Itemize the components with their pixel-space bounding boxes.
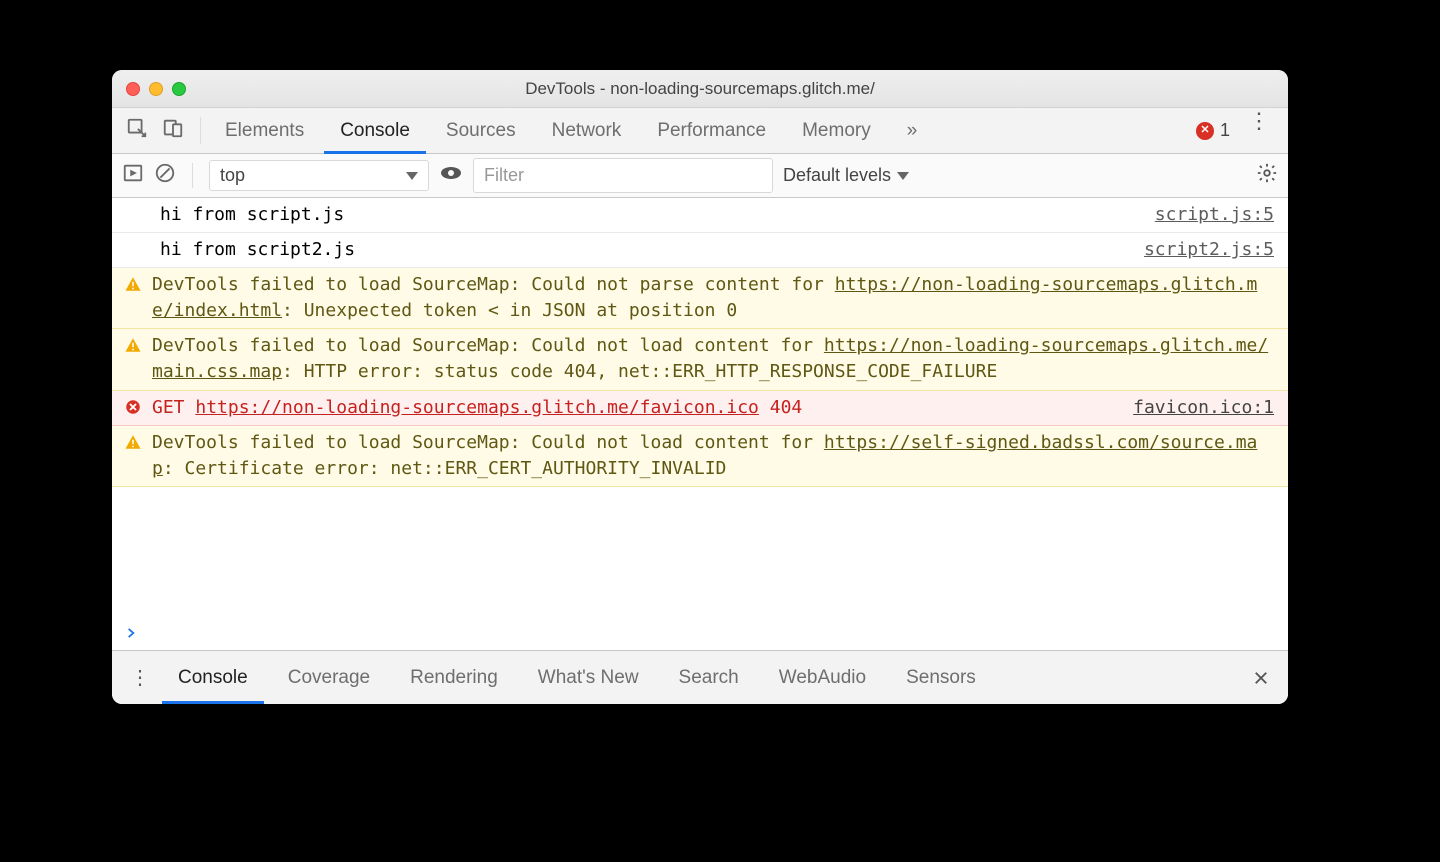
tab-console[interactable]: Console (322, 108, 428, 153)
spacer (124, 202, 160, 205)
message-body: hi from script2.js (160, 237, 1130, 263)
window-title: DevTools - non-loading-sourcemaps.glitch… (525, 79, 875, 99)
console-messages: hi from script.jsscript.js:5hi from scri… (112, 198, 1288, 620)
warning-icon (124, 430, 152, 451)
filter-field[interactable] (473, 158, 773, 193)
drawer-menu-button[interactable]: ⋮ (122, 651, 158, 704)
zoom-window-button[interactable] (172, 82, 186, 96)
drawer-tab-sensors[interactable]: Sensors (886, 651, 996, 704)
live-expression-icon[interactable] (439, 161, 463, 190)
filter-input[interactable] (473, 158, 773, 193)
drawer-tabbar: ⋮ ConsoleCoverageRenderingWhat's NewSear… (112, 650, 1288, 704)
prompt-chevron-icon (124, 626, 142, 644)
main-menu-button[interactable]: ⋮ (1238, 108, 1280, 153)
context-label: top (220, 165, 245, 186)
drawer-tab-console[interactable]: Console (158, 651, 268, 704)
overflow-tabs-button[interactable]: » (889, 108, 936, 153)
drawer-close-button[interactable] (1244, 651, 1278, 704)
source-link[interactable]: script.js:5 (1155, 202, 1274, 228)
chevron-down-icon (897, 172, 909, 180)
tab-memory[interactable]: Memory (784, 108, 889, 153)
source-link[interactable]: script2.js:5 (1144, 237, 1274, 263)
drawer-tab-rendering[interactable]: Rendering (390, 651, 518, 704)
console-row: DevTools failed to load SourceMap: Could… (112, 329, 1288, 390)
execution-context-select[interactable]: top (209, 160, 429, 191)
console-prompt[interactable] (112, 620, 1288, 650)
console-toolbar: top Default levels (112, 154, 1288, 198)
console-row: DevTools failed to load SourceMap: Could… (112, 426, 1288, 487)
error-count-badge[interactable]: 1 (1196, 108, 1230, 153)
drawer-tab-what-s-new[interactable]: What's New (518, 651, 659, 704)
message-body: DevTools failed to load SourceMap: Could… (152, 430, 1274, 482)
console-row: DevTools failed to load SourceMap: Could… (112, 268, 1288, 329)
device-toggle-icon[interactable] (162, 117, 184, 144)
window-controls (126, 82, 186, 96)
message-body: hi from script.js (160, 202, 1141, 228)
inspect-icon[interactable] (126, 117, 148, 144)
warning-icon (124, 333, 152, 354)
message-body: DevTools failed to load SourceMap: Could… (152, 333, 1274, 385)
sidebar-toggle-icon[interactable] (122, 162, 144, 189)
log-level-select[interactable]: Default levels (783, 165, 909, 186)
error-dot-icon (1196, 122, 1214, 140)
console-row: hi from script2.js script2.js:5 (112, 233, 1288, 268)
warning-icon (124, 272, 152, 293)
devtools-window: DevTools - non-loading-sourcemaps.glitch… (112, 70, 1288, 704)
message-body: DevTools failed to load SourceMap: Could… (152, 272, 1274, 324)
main-tabbar: ElementsConsoleSourcesNetworkPerformance… (112, 108, 1288, 154)
message-body: GET https://non-loading-sourcemaps.glitc… (152, 395, 1119, 421)
drawer-tab-search[interactable]: Search (659, 651, 759, 704)
settings-gear-icon[interactable] (1256, 162, 1278, 189)
tab-performance[interactable]: Performance (639, 108, 784, 153)
drawer-tab-webaudio[interactable]: WebAudio (759, 651, 886, 704)
tab-network[interactable]: Network (534, 108, 640, 153)
spacer (124, 237, 160, 240)
close-window-button[interactable] (126, 82, 140, 96)
chevron-down-icon (406, 172, 418, 180)
tab-sources[interactable]: Sources (428, 108, 534, 153)
error-icon (124, 395, 152, 416)
drawer-tab-coverage[interactable]: Coverage (268, 651, 390, 704)
minimize-window-button[interactable] (149, 82, 163, 96)
chevrons-right-icon: » (907, 120, 918, 142)
console-row: GET https://non-loading-sourcemaps.glitc… (112, 391, 1288, 426)
clear-console-icon[interactable] (154, 162, 176, 189)
console-row: hi from script.js script.js:5 (112, 198, 1288, 233)
tab-elements[interactable]: Elements (207, 108, 322, 153)
url-link[interactable]: https://non-loading-sourcemaps.glitch.me… (195, 397, 759, 418)
titlebar: DevTools - non-loading-sourcemaps.glitch… (112, 70, 1288, 108)
source-link[interactable]: favicon.ico:1 (1133, 395, 1274, 421)
